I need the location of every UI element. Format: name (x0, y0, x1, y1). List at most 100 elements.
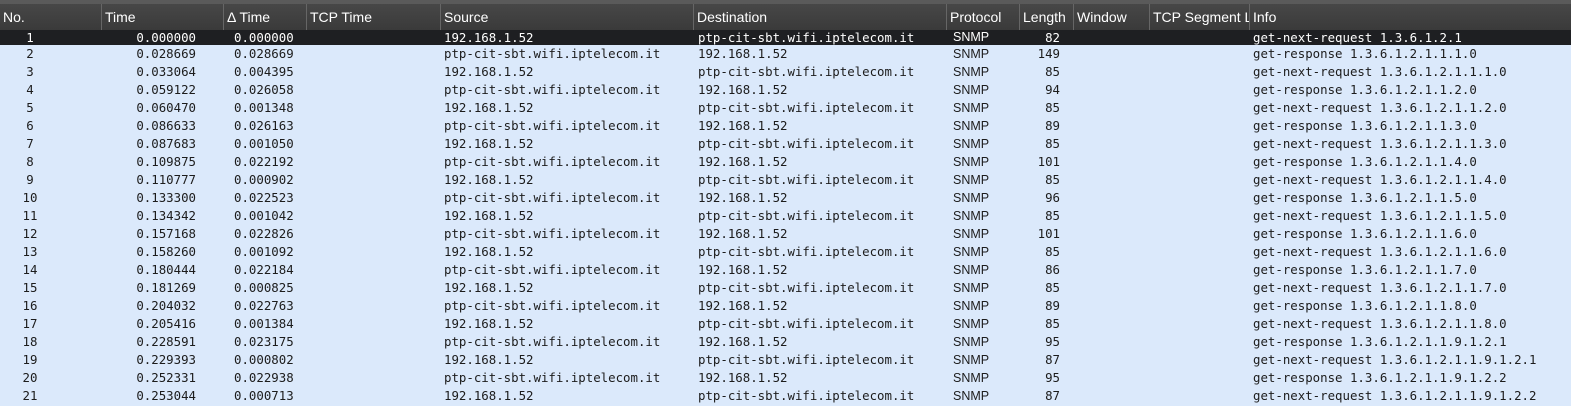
packet-source: 192.168.1.52 (444, 30, 534, 45)
column-header-window[interactable]: Window (1073, 4, 1149, 30)
packet-number: 14 (22, 262, 38, 277)
packet-protocol: SNMP (953, 227, 990, 241)
column-header-source[interactable]: Source (440, 4, 693, 30)
column-header-bar: No. Time Δ Time TCP Time Source Destinat… (0, 0, 1571, 30)
packet-protocol: SNMP (953, 335, 990, 349)
packet-destination: ptp-cit-sbt.wifi.iptelecom.it (698, 352, 915, 367)
packet-destination: ptp-cit-sbt.wifi.iptelecom.it (698, 172, 915, 187)
packet-delta-time: 0.026163 (234, 118, 294, 133)
packet-info: get-next-request 1.3.6.1.2.1 (1253, 30, 1462, 45)
packet-protocol: SNMP (953, 371, 990, 385)
column-header-protocol[interactable]: Protocol (946, 4, 1019, 30)
packet-row[interactable]: 6 0.086633 0.026163 ptp-cit-sbt.wifi.iptele… (0, 117, 1571, 135)
packet-row[interactable]: 7 0.087683 0.001050 192.168.1.52 ptp-cit-sbt… (0, 135, 1571, 153)
packet-number: 18 (22, 334, 38, 349)
packet-row[interactable]: 16 0.204032 0.022763 ptp-cit-sbt.wifi.iptel… (0, 297, 1571, 315)
packet-delta-time: 0.000000 (234, 30, 294, 45)
packet-row[interactable]: 15 0.181269 0.000825 192.168.1.52 ptp-cit-sb… (0, 279, 1571, 297)
packet-row[interactable]: 21 0.253044 0.000713 192.168.1.52 ptp-cit-sb… (0, 387, 1571, 405)
packet-row[interactable]: 19 0.229393 0.000802 192.168.1.52 ptp-cit-sb… (0, 351, 1571, 369)
column-header-delta-time[interactable]: Δ Time (223, 4, 306, 30)
packet-length: 87 (1045, 352, 1060, 367)
packet-protocol: SNMP (953, 83, 990, 97)
packet-source: ptp-cit-sbt.wifi.iptelecom.it (444, 262, 661, 277)
packet-time: 0.060470 (136, 100, 196, 115)
packet-number: 4 (26, 82, 34, 97)
column-header-no[interactable]: No. (0, 4, 101, 30)
packet-row[interactable]: 14 0.180444 0.022184 ptp-cit-sbt.wifi.iptel… (0, 261, 1571, 279)
packet-row[interactable]: 9 0.110777 0.000902 192.168.1.52 ptp-cit-sbt… (0, 171, 1571, 189)
packet-length: 85 (1045, 64, 1060, 79)
packet-protocol: SNMP (953, 137, 990, 151)
packet-row[interactable]: 18 0.228591 0.023175 ptp-cit-sbt.wifi.iptel… (0, 333, 1571, 351)
packet-length: 89 (1045, 118, 1060, 133)
packet-row[interactable]: 8 0.109875 0.022192 ptp-cit-sbt.wifi.iptele… (0, 153, 1571, 171)
packet-time: 0.059122 (136, 82, 196, 97)
packet-source: ptp-cit-sbt.wifi.iptelecom.it (444, 334, 661, 349)
packet-length: 89 (1045, 298, 1060, 313)
packet-time: 0.252331 (136, 370, 196, 385)
packet-protocol: SNMP (953, 245, 990, 259)
packet-destination: ptp-cit-sbt.wifi.iptelecom.it (698, 30, 915, 45)
packet-protocol: SNMP (953, 119, 990, 133)
packet-destination: ptp-cit-sbt.wifi.iptelecom.it (698, 388, 915, 403)
column-header-time[interactable]: Time (101, 4, 223, 30)
column-header-length[interactable]: Length (1019, 4, 1073, 30)
packet-delta-time: 0.000825 (234, 280, 294, 295)
packet-delta-time: 0.000802 (234, 352, 294, 367)
packet-length: 85 (1045, 280, 1060, 295)
packet-source: 192.168.1.52 (444, 316, 534, 331)
packet-protocol: SNMP (953, 30, 990, 44)
column-header-tcp-segment-len[interactable]: TCP Segment L (1149, 4, 1249, 30)
packet-destination: 192.168.1.52 (698, 298, 788, 313)
packet-time: 0.133300 (136, 190, 196, 205)
packet-delta-time: 0.022192 (234, 154, 294, 169)
packet-row[interactable]: 10 0.133300 0.022523 ptp-cit-sbt.wifi.iptel… (0, 189, 1571, 207)
packet-delta-time: 0.022523 (234, 190, 294, 205)
packet-source: 192.168.1.52 (444, 172, 534, 187)
packet-protocol: SNMP (953, 281, 990, 295)
packet-number: 2 (26, 46, 34, 61)
packet-number: 5 (26, 100, 34, 115)
packet-row[interactable]: 17 0.205416 0.001384 192.168.1.52 ptp-cit-sb… (0, 315, 1571, 333)
packet-destination: ptp-cit-sbt.wifi.iptelecom.it (698, 244, 915, 259)
packet-source: ptp-cit-sbt.wifi.iptelecom.it (444, 154, 661, 169)
packet-protocol: SNMP (953, 263, 990, 277)
column-header-tcp-time[interactable]: TCP Time (306, 4, 440, 30)
packet-row[interactable]: 4 0.059122 0.026058 ptp-cit-sbt.wifi.iptele… (0, 81, 1571, 99)
packet-info: get-next-request 1.3.6.1.2.1.1.3.0 (1253, 136, 1507, 151)
packet-info: get-next-request 1.3.6.1.2.1.1.8.0 (1253, 316, 1507, 331)
packet-row[interactable]: 13 0.158260 0.001092 192.168.1.52 ptp-cit-sb… (0, 243, 1571, 261)
packet-protocol: SNMP (953, 389, 990, 403)
packet-time: 0.033064 (136, 64, 196, 79)
packet-row-selected[interactable]: 1 0.000000 0.000000 192.168.1.52 ptp-cit-sbt… (0, 30, 1571, 45)
packet-destination: ptp-cit-sbt.wifi.iptelecom.it (698, 136, 915, 151)
packet-info: get-response 1.3.6.1.2.1.1.2.0 (1253, 82, 1477, 97)
packet-source: 192.168.1.52 (444, 64, 534, 79)
packet-number: 15 (22, 280, 38, 295)
packet-info: get-response 1.3.6.1.2.1.1.4.0 (1253, 154, 1477, 169)
packet-number: 13 (22, 244, 38, 259)
packet-time: 0.180444 (136, 262, 196, 277)
packet-row[interactable]: 20 0.252331 0.022938 ptp-cit-sbt.wifi.iptel… (0, 369, 1571, 387)
packet-source: 192.168.1.52 (444, 136, 534, 151)
column-header-destination[interactable]: Destination (693, 4, 946, 30)
packet-time: 0.087683 (136, 136, 196, 151)
packet-source: ptp-cit-sbt.wifi.iptelecom.it (444, 82, 661, 97)
column-header-info[interactable]: Info (1249, 4, 1571, 30)
packet-info: get-next-request 1.3.6.1.2.1.1.6.0 (1253, 244, 1507, 259)
packet-row[interactable]: 11 0.134342 0.001042 192.168.1.52 ptp-cit-sb… (0, 207, 1571, 225)
packet-protocol: SNMP (953, 209, 990, 223)
packet-delta-time: 0.023175 (234, 334, 294, 349)
packet-length: 86 (1045, 262, 1060, 277)
packet-row[interactable]: 2 0.028669 0.028669 ptp-cit-sbt.wifi.iptele… (0, 45, 1571, 63)
packet-row[interactable]: 5 0.060470 0.001348 192.168.1.52 ptp-cit-sbt… (0, 99, 1571, 117)
packet-row[interactable]: 3 0.033064 0.004395 192.168.1.52 ptp-cit-sbt… (0, 63, 1571, 81)
packet-time: 0.204032 (136, 298, 196, 313)
packet-destination: ptp-cit-sbt.wifi.iptelecom.it (698, 208, 915, 223)
packet-info: get-response 1.3.6.1.2.1.1.6.0 (1253, 226, 1477, 241)
packet-source: 192.168.1.52 (444, 208, 534, 223)
packet-number: 3 (26, 64, 34, 79)
packet-row[interactable]: 12 0.157168 0.022826 ptp-cit-sbt.wifi.iptel… (0, 225, 1571, 243)
packet-source: 192.168.1.52 (444, 352, 534, 367)
